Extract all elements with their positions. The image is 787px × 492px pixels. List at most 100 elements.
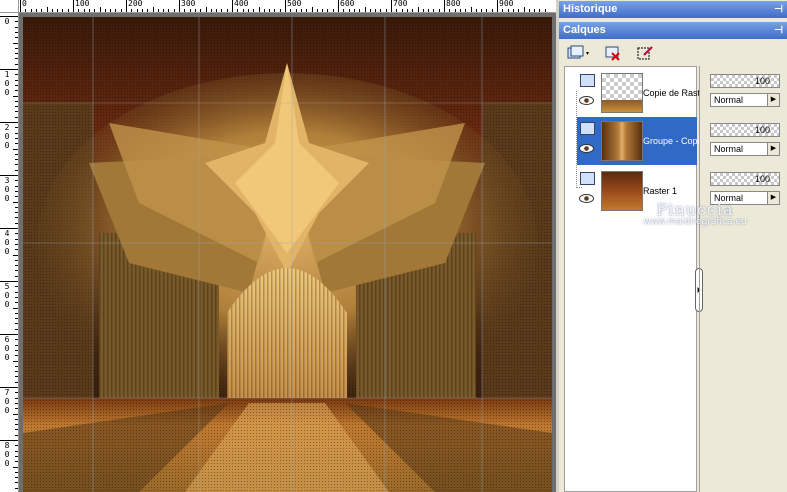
ruler-tick [438, 9, 440, 12]
pin-icon[interactable]: ⊣ [774, 1, 783, 18]
ruler-tick [459, 9, 461, 12]
layer-row[interactable]: Copie de Raster 1 [577, 69, 699, 117]
visibility-eye-icon[interactable] [579, 144, 594, 153]
opacity-slider[interactable]: 100 [710, 172, 780, 186]
ruler-tick [338, 0, 339, 12]
layer-thumbnail [601, 73, 643, 113]
ruler-tick [20, 0, 21, 12]
ruler-tick [15, 249, 18, 251]
ruler-tick [237, 9, 239, 12]
layer-name: Copie de Raster 1 [643, 88, 699, 98]
ruler-tick [534, 9, 536, 12]
ruler-tick [15, 259, 18, 261]
calques-titlebar[interactable]: Calques ⊣ [559, 22, 787, 39]
ruler-label: 0 [4, 79, 10, 88]
ruler-tick [15, 26, 18, 28]
ruler-tick [15, 111, 18, 113]
ruler-tick [57, 9, 59, 12]
ruler-tick [13, 201, 18, 203]
ruler-tick [120, 9, 122, 12]
opacity-value: 100 [754, 76, 770, 86]
ruler-corner [0, 0, 19, 13]
ruler-tick [497, 0, 498, 12]
ruler-tick [157, 9, 159, 12]
ruler-tick [15, 328, 18, 330]
ruler-tick [184, 9, 186, 12]
ruler-tick [15, 371, 18, 373]
ruler-label: 0 [4, 397, 10, 406]
ruler-tick [15, 190, 18, 192]
delete-layer-button[interactable] [601, 42, 625, 64]
ruler-tick [528, 9, 530, 12]
ruler-label: 700 [393, 0, 408, 8]
ruler-label: 0 [4, 353, 10, 362]
dropdown-arrow-icon[interactable]: ▶ [767, 143, 779, 155]
ruler-tick [15, 275, 18, 277]
ruler-tick [15, 196, 18, 198]
ruler-label: 0 [4, 291, 10, 300]
ruler-label: 500 [287, 0, 302, 8]
layer-row-selected[interactable]: Groupe - Copie [577, 117, 699, 165]
ruler-tick [15, 90, 18, 92]
ruler-tick [322, 9, 324, 12]
ruler-tick [343, 9, 345, 12]
ruler-tick [15, 47, 18, 49]
delete-layer-icon [605, 46, 620, 61]
opacity-slider[interactable]: 100 [710, 74, 780, 88]
ruler-tick [295, 9, 297, 12]
ruler-tick [502, 9, 504, 12]
ruler-tick [15, 471, 18, 473]
image-canvas[interactable] [19, 13, 556, 492]
ruler-label: 0 [4, 459, 10, 468]
edit-selection-button[interactable] [633, 42, 657, 64]
ruler-tick [15, 487, 18, 489]
pin-icon[interactable]: ⊣ [774, 22, 783, 39]
ruler-label: 600 [340, 0, 355, 8]
visibility-eye-icon[interactable] [579, 96, 594, 105]
ruler-tick [15, 143, 18, 145]
ruler-tick [475, 9, 477, 12]
ruler-tick [406, 9, 408, 12]
ruler-tick [13, 254, 18, 256]
ruler-label: 0 [4, 238, 10, 247]
ruler-tick [15, 153, 18, 155]
ruler-tick [491, 9, 493, 12]
historique-title: Historique [563, 3, 618, 15]
ruler-tick [15, 238, 18, 240]
ruler-tick [507, 9, 509, 12]
ruler-tick [30, 9, 32, 12]
ruler-label: 4 [4, 229, 10, 238]
ruler-tick [15, 116, 18, 118]
opacity-slider[interactable]: 100 [710, 123, 780, 137]
new-layer-button[interactable] [563, 42, 595, 64]
ruler-tick [46, 7, 48, 12]
ruler-tick [15, 344, 18, 346]
blend-mode-select[interactable]: Normal ▶ [710, 93, 780, 107]
ruler-label: 300 [181, 0, 196, 8]
ruler-tick [15, 482, 18, 484]
ruler-tick [0, 16, 18, 17]
ruler-tick [422, 9, 424, 12]
visibility-eye-icon[interactable] [579, 194, 594, 203]
ruler-tick [242, 9, 244, 12]
new-layer-icon [567, 45, 589, 59]
ruler-tick [15, 424, 18, 426]
ruler-tick [15, 429, 18, 431]
opacity-value: 100 [754, 174, 770, 184]
ruler-label: 0 [4, 406, 10, 415]
ruler-tick [25, 9, 27, 12]
historique-titlebar[interactable]: Historique ⊣ [559, 1, 787, 18]
ruler-tick [15, 392, 18, 394]
ruler-label: 8 [4, 441, 10, 450]
ruler-tick [290, 9, 292, 12]
ruler-tick [0, 228, 18, 229]
layer-properties: 100 Normal ▶ [710, 119, 782, 167]
blend-mode-select[interactable]: Normal ▶ [710, 142, 780, 156]
ruler-tick [221, 9, 223, 12]
dropdown-arrow-icon[interactable]: ▶ [767, 94, 779, 106]
ruler-tick [274, 9, 276, 12]
ruler-tick [15, 21, 18, 23]
ruler-tick [15, 185, 18, 187]
vertical-ruler: 0100200300400500600700800 [0, 12, 19, 492]
ruler-tick [13, 466, 18, 468]
